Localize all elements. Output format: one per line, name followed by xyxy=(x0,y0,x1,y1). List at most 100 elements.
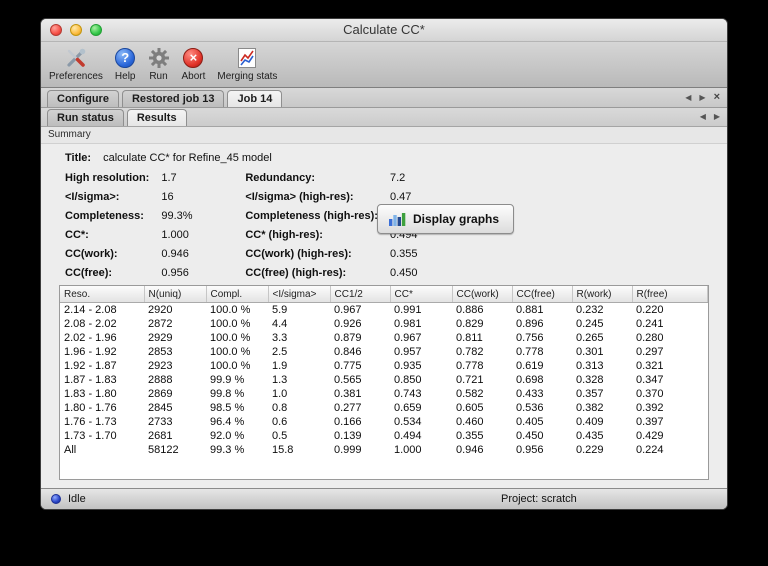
toolbar: Preferences Help xyxy=(41,42,727,88)
tab-scroll-right-icon[interactable] xyxy=(699,94,705,102)
table-cell: 0.321 xyxy=(636,359,664,372)
stat-label: Completeness: xyxy=(65,210,144,222)
table-row[interactable]: 1.92 - 1.87 2923 100.0 % 1.9 0.775 0.935 0.778… xyxy=(60,359,708,373)
table-cell: 0.280 xyxy=(636,331,664,344)
tab-scroll-left-icon[interactable] xyxy=(685,94,691,102)
tab-job-14[interactable]: Job 14 xyxy=(227,90,283,107)
table-row[interactable]: 1.76 - 1.73 2733 96.4 % 0.6 0.166 0.534 0.460 0… xyxy=(60,415,708,429)
table-cell: 2869 xyxy=(148,387,173,400)
table-cell: 100.0 % xyxy=(210,317,251,330)
table-cell: 0.347 xyxy=(636,373,664,386)
column-header[interactable]: N(uniq) xyxy=(144,286,207,303)
table-cell: 0.619 xyxy=(516,359,544,372)
window-titlebar[interactable]: Calculate CC* xyxy=(41,19,727,42)
table-row[interactable]: 2.14 - 2.08 2920 100.0 % 5.9 0.967 0.991 0.886… xyxy=(60,302,708,317)
table-cell: 0.229 xyxy=(576,443,604,456)
table-cell: 0.946 xyxy=(456,443,484,456)
table-cell: 0.8 xyxy=(272,401,288,414)
table-row[interactable]: 1.87 - 1.83 2888 99.9 % 1.3 0.565 0.850 0.721 0… xyxy=(60,373,708,387)
summary-block: Title: calculate CC* for Refine_45 model… xyxy=(65,152,421,279)
column-header[interactable]: CC(work) xyxy=(452,286,513,303)
table-cell: 0.232 xyxy=(576,303,604,316)
stat-label: High resolution: xyxy=(65,172,150,184)
column-header[interactable]: R(work) xyxy=(572,286,633,303)
table-row[interactable]: 1.96 - 1.92 2853 100.0 % 2.5 0.846 0.957 0.782… xyxy=(60,345,708,359)
desktop-background: { "colors": { "accent_blue": "#2a66d9", … xyxy=(0,0,768,566)
title-value: calculate CC* for Refine_45 model xyxy=(103,152,272,164)
table-cell: 0.245 xyxy=(576,317,604,330)
table-cell: 2.14 - 2.08 xyxy=(64,303,117,316)
zoom-window-button[interactable] xyxy=(90,24,102,36)
table-cell: 4.4 xyxy=(272,317,288,330)
status-led-icon xyxy=(51,494,61,504)
column-header[interactable]: CC* xyxy=(390,286,453,303)
table-cell: 5.9 xyxy=(272,303,288,316)
table-cell: 1.83 - 1.80 xyxy=(64,387,117,400)
stat-value: 0.355 xyxy=(389,248,418,260)
table-cell: 100.0 % xyxy=(210,303,251,316)
column-header[interactable]: Compl. xyxy=(206,286,269,303)
stat-label: Completeness (high-res): xyxy=(245,210,378,222)
tab-results[interactable]: Results xyxy=(126,109,187,126)
table-cell: 0.494 xyxy=(394,429,422,442)
column-header[interactable]: <I/sigma> xyxy=(268,286,331,303)
abort-button[interactable]: Abort xyxy=(181,45,206,82)
table-cell: 0.981 xyxy=(394,317,422,330)
tab-run-status[interactable]: Run status xyxy=(47,109,124,126)
table-cell: 0.139 xyxy=(334,429,362,442)
tab-configure[interactable]: Configure xyxy=(47,90,119,107)
subtab-scroll-left-icon[interactable] xyxy=(700,113,706,121)
tab-nav-controls xyxy=(685,88,720,107)
table-cell: 0.879 xyxy=(334,331,362,344)
stats-table-head-row: Reso. N(uniq) Compl. <I/sigma> CC1/2 CC* CC(wo… xyxy=(60,286,708,303)
table-cell: 0.582 xyxy=(456,387,484,400)
table-cell: 96.4 % xyxy=(210,415,245,428)
stat-value: 7.2 xyxy=(389,172,406,184)
table-row[interactable]: 1.80 - 1.76 2845 98.5 % 0.8 0.277 0.659 0.605 0… xyxy=(60,401,708,415)
display-graphs-label: Display graphs xyxy=(413,212,500,226)
table-cell: 0.355 xyxy=(456,429,484,442)
stat-label: CC* (high-res): xyxy=(245,229,323,241)
stat-label: CC(work) (high-res): xyxy=(245,248,352,260)
toolbar-item-label: Abort xyxy=(181,71,206,82)
close-window-button[interactable] xyxy=(50,24,62,36)
table-cell: 98.5 % xyxy=(210,401,245,414)
table-row[interactable]: All 58122 99.3 % 15.8 0.999 1.000 0.946 0.956 0.… xyxy=(60,443,708,457)
table-cell: 0.850 xyxy=(394,373,422,386)
table-row[interactable]: 2.02 - 1.96 2929 100.0 % 3.3 0.879 0.967 0.811… xyxy=(60,331,708,345)
table-row[interactable]: 2.08 - 2.02 2872 100.0 % 4.4 0.926 0.981 0.829… xyxy=(60,317,708,331)
column-header[interactable]: Reso. xyxy=(60,286,145,303)
table-cell: 0.433 xyxy=(516,387,544,400)
table-cell: 0.926 xyxy=(334,317,362,330)
table-cell: 0.775 xyxy=(334,359,362,372)
display-graphs-button[interactable]: Display graphs xyxy=(377,204,515,234)
table-cell: 15.8 xyxy=(272,443,294,456)
table-cell: 0.846 xyxy=(334,345,362,358)
table-cell: 0.397 xyxy=(636,415,664,428)
table-cell: 3.3 xyxy=(272,331,288,344)
table-cell: 1.96 - 1.92 xyxy=(64,345,117,358)
table-row[interactable]: 1.83 - 1.80 2869 99.8 % 1.0 0.381 0.743 0.582 0… xyxy=(60,387,708,401)
section-caption: Summary xyxy=(41,127,727,144)
table-cell: 0.536 xyxy=(516,401,544,414)
title-label: Title: xyxy=(65,152,92,164)
table-cell: 0.534 xyxy=(394,415,422,428)
table-row[interactable]: 1.73 - 1.70 2681 92.0 % 0.5 0.139 0.494 0.355 0… xyxy=(60,429,708,443)
tab-close-icon[interactable] xyxy=(714,92,720,103)
table-cell: 0.166 xyxy=(334,415,362,428)
column-header[interactable]: CC(free) xyxy=(512,286,573,303)
minimize-window-button[interactable] xyxy=(70,24,82,36)
help-button[interactable]: Help xyxy=(115,45,136,82)
tab-restored-job-13[interactable]: Restored job 13 xyxy=(121,90,225,107)
merging-stats-icon xyxy=(235,45,259,70)
column-header[interactable]: R(free) xyxy=(632,286,708,303)
merging-stats-button[interactable]: Merging stats xyxy=(217,45,277,82)
subtab-scroll-right-icon[interactable] xyxy=(714,113,720,121)
table-cell: 0.405 xyxy=(516,415,544,428)
table-cell: 1.0 xyxy=(272,387,288,400)
table-cell: 1.80 - 1.76 xyxy=(64,401,117,414)
column-header[interactable]: CC1/2 xyxy=(330,286,391,303)
stat-value: 0.47 xyxy=(389,191,412,203)
run-button[interactable]: Run xyxy=(148,45,170,82)
preferences-button[interactable]: Preferences xyxy=(49,45,103,82)
